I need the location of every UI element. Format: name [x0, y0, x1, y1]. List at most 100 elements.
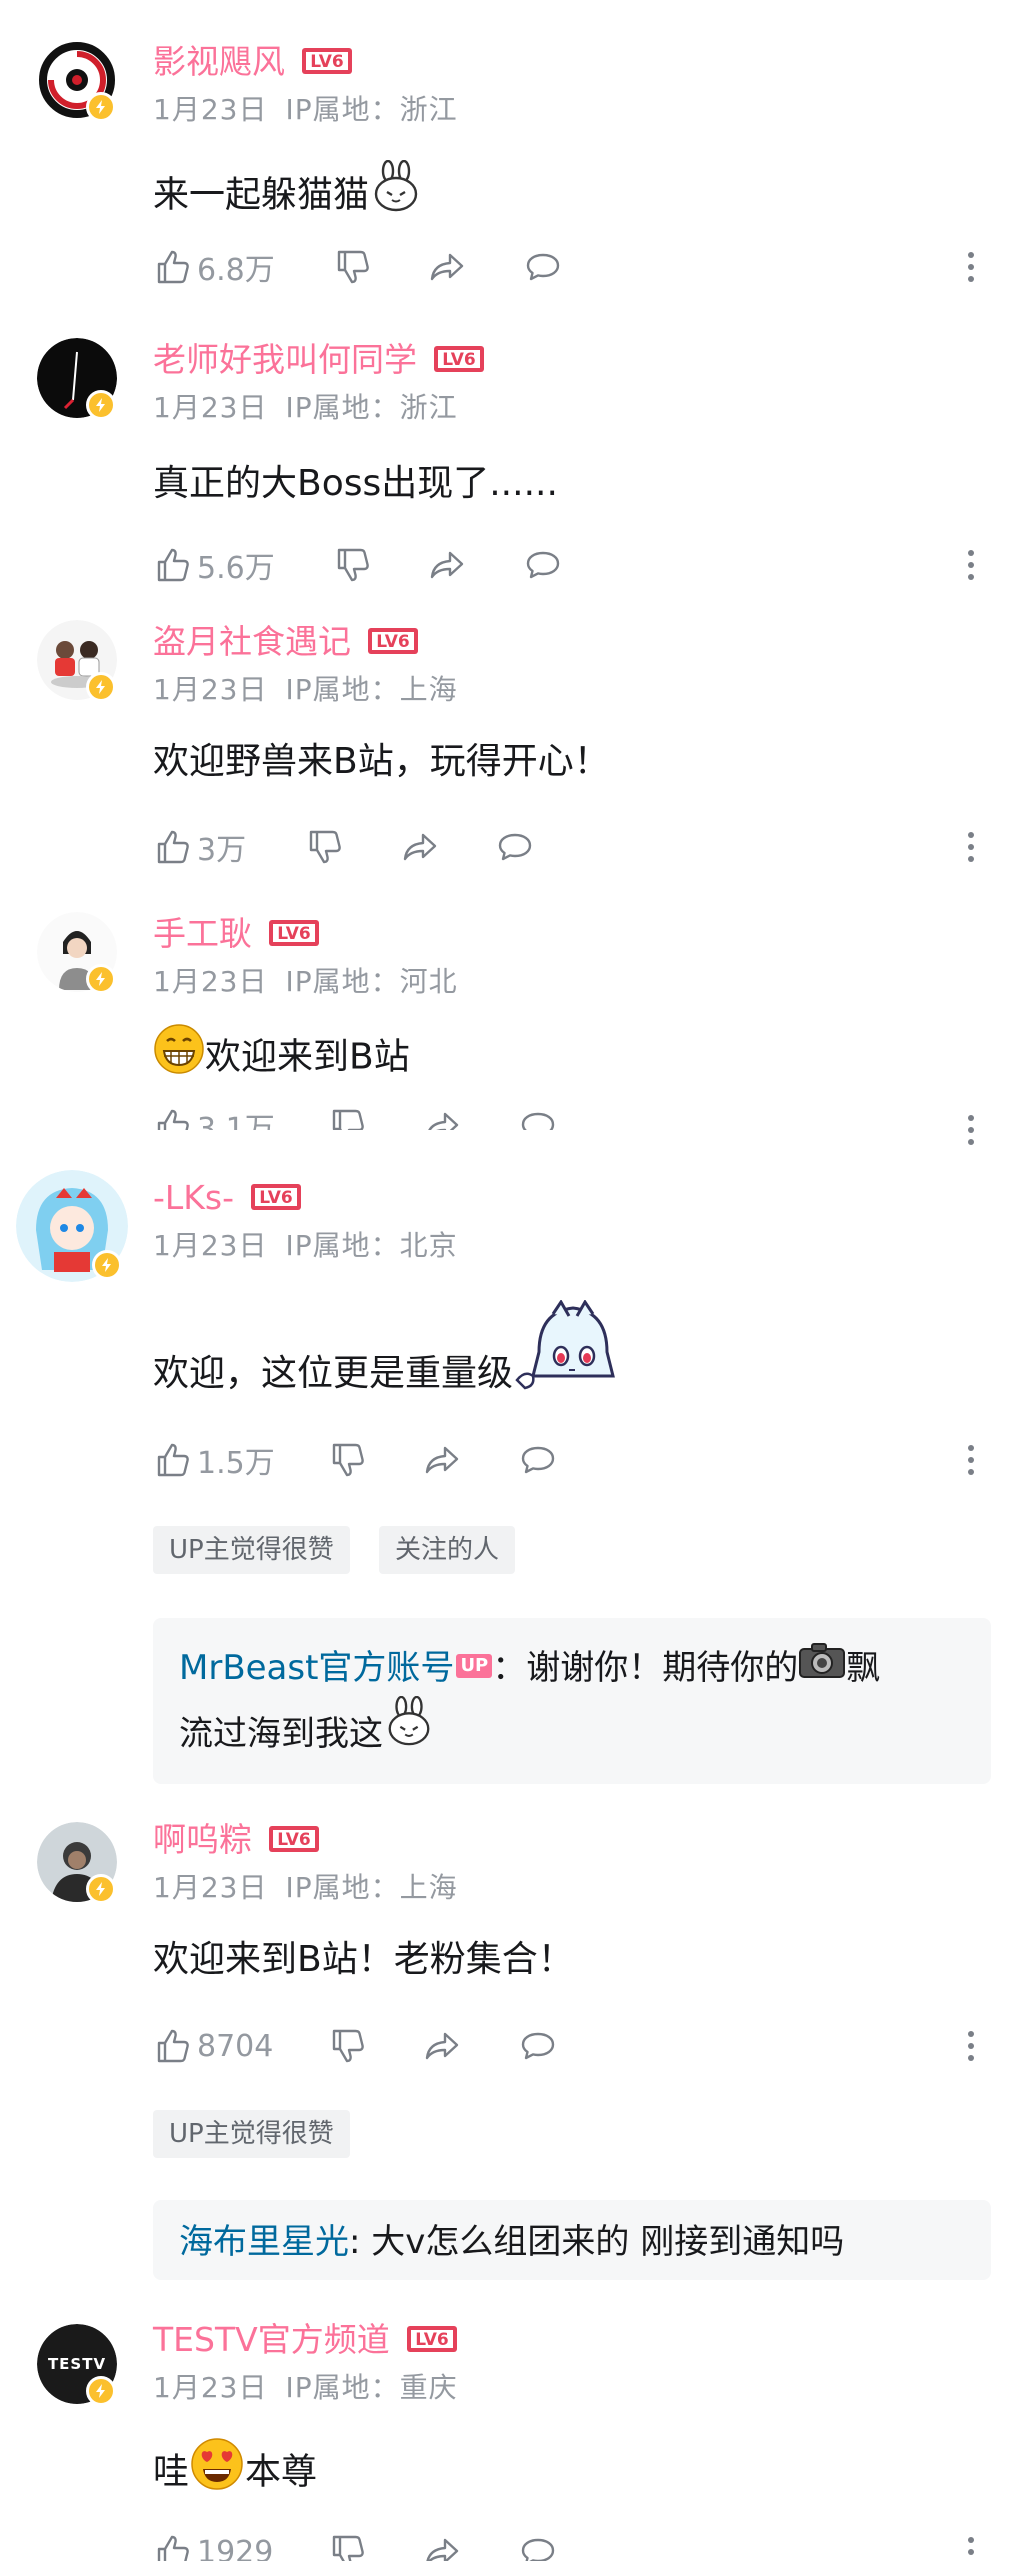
username[interactable]: 影视飓风: [153, 42, 353, 82]
reply-line: 流过海到我这: [179, 1695, 965, 1771]
comment-meta: 1月23日 IP属地：上海: [153, 673, 458, 706]
level-badge-icon: [367, 627, 419, 655]
like-button[interactable]: 1929: [153, 2530, 273, 2561]
comment-text: 真正的大Boss出现了......: [153, 463, 558, 504]
vip-badge-icon: [86, 390, 116, 420]
comment-icon: [518, 2026, 558, 2066]
thumb-up-icon: [153, 545, 193, 585]
dislike-button[interactable]: [305, 825, 345, 869]
share-icon: [423, 1440, 463, 1480]
thumb-up-icon: [153, 2532, 193, 2561]
more-icon[interactable]: [961, 1438, 981, 1482]
thumb-down-icon: [328, 1106, 368, 1130]
up-badge: UP: [456, 1653, 493, 1678]
reply-button[interactable]: [523, 245, 563, 289]
reply-preview[interactable]: 海布里星光: 大v怎么组团来的 刚接到通知吗: [153, 2200, 991, 2280]
thumb-down-icon: [333, 247, 373, 287]
username[interactable]: TESTV官方频道: [153, 2320, 458, 2360]
more-icon[interactable]: [961, 2024, 981, 2068]
vip-badge-icon: [86, 1874, 116, 1904]
reply-button[interactable]: [518, 2530, 558, 2561]
anime-girl-emoji: [513, 1299, 625, 1430]
comment-text: 欢迎来到B站: [153, 1024, 410, 1090]
thumb-down-icon: [328, 2532, 368, 2561]
tag-following: 关注的人: [379, 1526, 516, 1574]
like-count: 3万: [197, 833, 247, 868]
thumb-up-icon: [153, 1440, 193, 1480]
comment-item: 手工耿 1月23日 IP属地：河北 欢迎来到B站 3.1万: [0, 872, 1024, 1152]
comment-meta: 1月23日 IP属地：上海: [153, 1871, 458, 1904]
comment-actions: 8704: [153, 2024, 1013, 2068]
tag-up-liked: UP主觉得很赞: [153, 2110, 350, 2158]
like-count: 6.8万: [197, 253, 275, 288]
like-button[interactable]: 3.1万: [153, 1104, 275, 1130]
level-badge-icon: [268, 919, 320, 947]
username[interactable]: 盗月社食遇记: [153, 622, 419, 662]
dislike-button[interactable]: [328, 1104, 368, 1130]
dislike-button[interactable]: [328, 2024, 368, 2068]
share-button[interactable]: [423, 2530, 463, 2561]
share-icon: [423, 2532, 463, 2561]
comment-meta: 1月23日 IP属地：重庆: [153, 2371, 458, 2404]
level-badge-icon: [406, 2325, 458, 2353]
reply-button[interactable]: [518, 1438, 558, 1482]
username[interactable]: 啊呜粽: [153, 1820, 320, 1860]
thumb-down-icon: [328, 1440, 368, 1480]
more-icon[interactable]: [961, 2530, 981, 2561]
like-count: 1.5万: [197, 1446, 275, 1481]
like-button[interactable]: 3万: [153, 825, 246, 869]
thumb-down-icon: [328, 2026, 368, 2066]
vip-badge-icon: [86, 672, 116, 702]
comment-text: 哇本尊: [153, 2438, 317, 2507]
like-button[interactable]: 1.5万: [153, 1438, 275, 1482]
username[interactable]: -LKs-: [153, 1178, 302, 1218]
reply-button[interactable]: [518, 2024, 558, 2068]
reply-author[interactable]: 海布里星光: [179, 2222, 349, 2262]
camera-emoji: [798, 1638, 846, 1698]
share-button[interactable]: [428, 245, 468, 289]
dislike-button[interactable]: [328, 2530, 368, 2561]
reply-author[interactable]: MrBeast官方账号: [179, 1648, 454, 1688]
username[interactable]: 手工耿: [153, 914, 320, 954]
like-button[interactable]: 8704: [153, 2024, 273, 2068]
dislike-button[interactable]: [333, 245, 373, 289]
like-button[interactable]: 6.8万: [153, 245, 275, 289]
thumb-up-icon: [153, 2026, 193, 2066]
reply-button[interactable]: [495, 825, 535, 869]
comment-item: -LKs- 1月23日 IP属地：北京 欢迎，这位更是重量级 1.5万 UP主觉得…: [0, 1160, 1024, 1784]
share-button[interactable]: [401, 825, 441, 869]
comment-icon: [523, 545, 563, 585]
share-icon: [423, 1106, 463, 1130]
comment-text: 来一起躲猫猫: [153, 159, 423, 229]
comment-text: 欢迎野兽来B站，玩得开心！: [153, 741, 610, 782]
share-button[interactable]: [423, 1438, 463, 1482]
vip-badge-icon: [86, 964, 116, 994]
vip-badge-icon: [86, 92, 116, 122]
reply-button[interactable]: [518, 1104, 558, 1130]
username[interactable]: 老师好我叫何同学: [153, 340, 485, 380]
level-badge-icon: [301, 47, 353, 75]
comment-icon: [518, 1106, 558, 1130]
share-icon: [401, 827, 441, 867]
comment-actions: 6.8万: [153, 245, 1013, 289]
like-count: 8704: [197, 2028, 274, 2064]
more-icon[interactable]: [961, 245, 981, 289]
comment-meta: 1月23日 IP属地：浙江: [153, 391, 458, 424]
like-count: 3.1万: [197, 1112, 275, 1130]
reply-preview[interactable]: MrBeast官方账号 UP ：谢谢你！期待你的飘 流过海到我这: [153, 1618, 991, 1784]
comment-meta: 1月23日 IP属地：北京: [153, 1229, 458, 1262]
reply-line: MrBeast官方账号 UP ：谢谢你！期待你的飘: [179, 1638, 965, 1700]
comment-meta: 1月23日 IP属地：河北: [153, 965, 458, 998]
comment-item: 啊呜粽 1月23日 IP属地：上海 欢迎来到B站！老粉集合！ 8704 UP主觉得…: [0, 1792, 1024, 2292]
more-icon[interactable]: [961, 1108, 981, 1152]
tag-up-liked: UP主觉得很赞: [153, 1526, 350, 1574]
comment-actions: 1929: [153, 2526, 1013, 2561]
comment-text: 欢迎来到B站！老粉集合！: [153, 1939, 574, 1980]
thumb-up-icon: [153, 1106, 193, 1130]
dislike-button[interactable]: [328, 1438, 368, 1482]
svg-text:TESTV: TESTV: [48, 2355, 106, 2373]
more-icon[interactable]: [961, 825, 981, 869]
comment-icon: [518, 2532, 558, 2561]
share-button[interactable]: [423, 2024, 463, 2068]
share-button[interactable]: [423, 1104, 463, 1130]
